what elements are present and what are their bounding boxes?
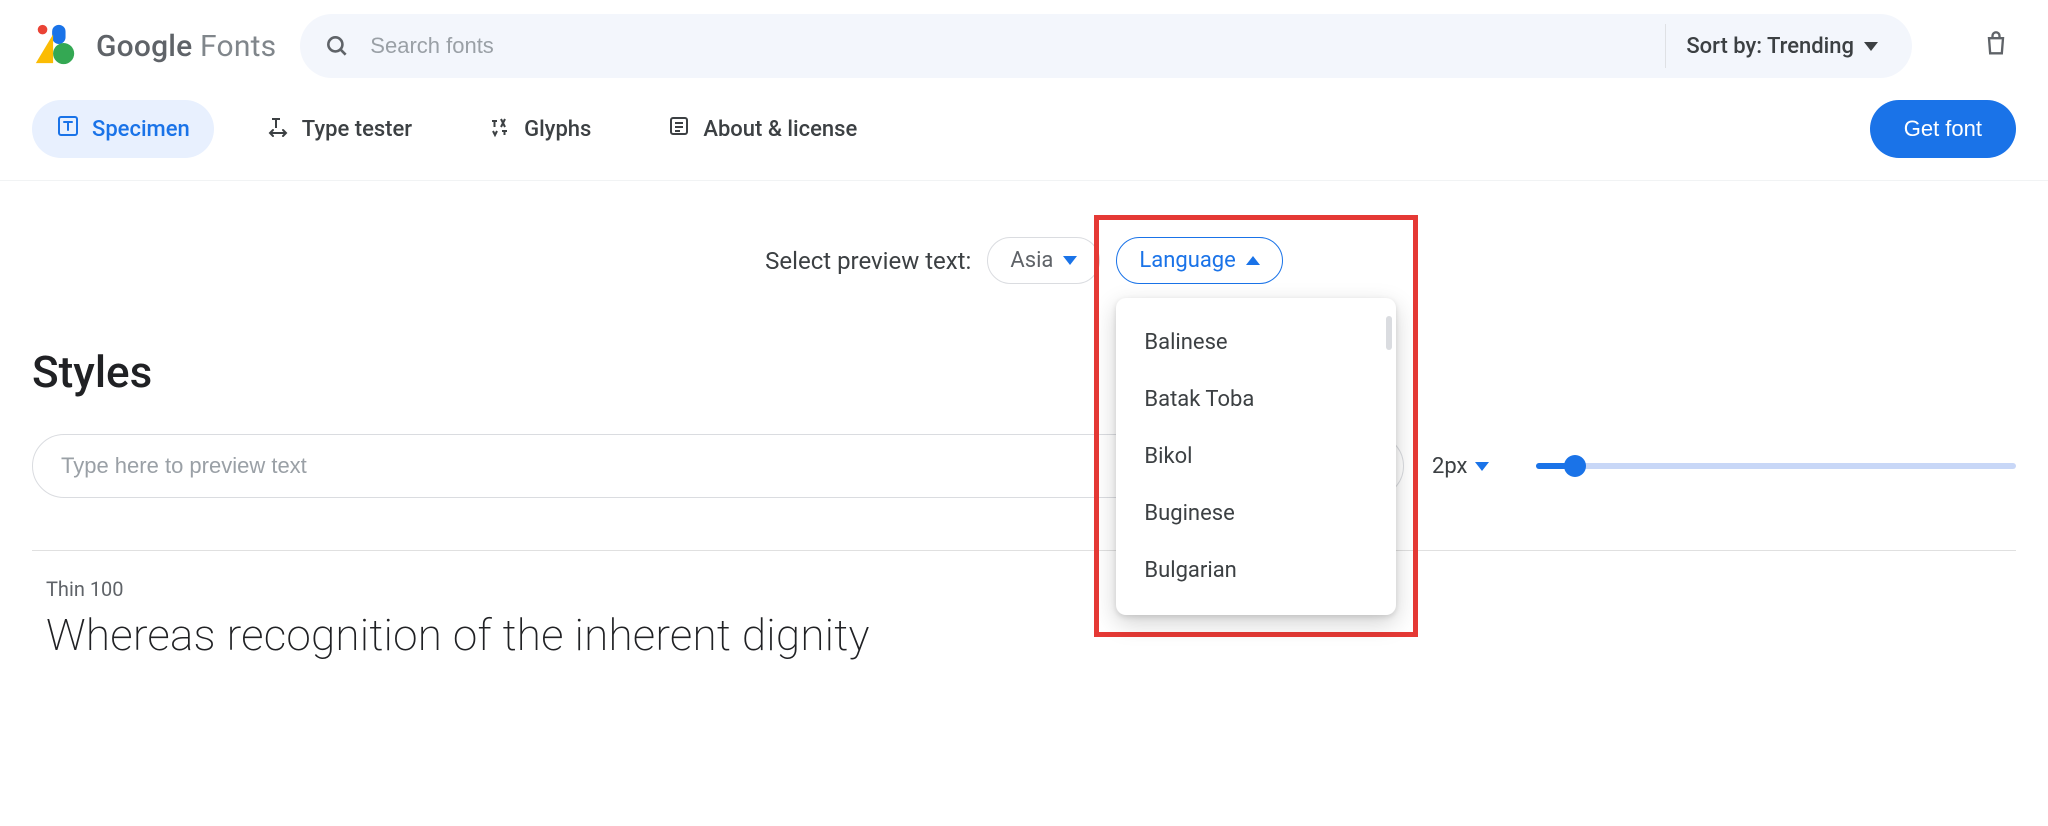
scrollbar[interactable] (1386, 316, 1392, 350)
slider-track (1536, 463, 2016, 469)
tab-label: Specimen (92, 117, 190, 142)
tab-label: Type tester (302, 117, 412, 142)
tab-glyphs[interactable]: Glyphs (464, 100, 615, 158)
search-field[interactable]: Sort by: Trending (300, 14, 1912, 78)
chevron-down-icon (1063, 256, 1077, 265)
slider-thumb[interactable] (1564, 455, 1586, 477)
language-chip[interactable]: Language (1116, 237, 1282, 284)
preview-controls: 2px (32, 434, 2016, 498)
search-icon (324, 33, 350, 59)
chevron-up-icon (1246, 256, 1260, 265)
size-select[interactable]: 2px (1432, 454, 1508, 479)
divider (1665, 24, 1666, 68)
about-license-icon (667, 114, 691, 144)
get-font-button[interactable]: Get font (1870, 100, 2016, 158)
sort-label: Sort by: Trending (1686, 34, 1854, 59)
language-option[interactable]: Bulgarian (1116, 542, 1396, 599)
size-value: 2px (1432, 454, 1467, 479)
shopping-bag-icon (1982, 30, 2010, 62)
search-input[interactable] (368, 32, 1645, 60)
chevron-down-icon (1864, 42, 1878, 51)
language-option[interactable]: Buginese (1116, 485, 1396, 542)
tab-label: Glyphs (524, 117, 591, 142)
divider (32, 550, 2016, 551)
specimen-text: Whereas recognition of the inherent dign… (46, 609, 2016, 661)
language-option[interactable]: Balinese (1116, 314, 1396, 371)
glyphs-icon (488, 114, 512, 144)
top-bar: Google Fonts Sort by: Trending (0, 0, 2048, 88)
shopping-bag-button[interactable] (1976, 26, 2016, 66)
select-preview-label: Select preview text: (765, 247, 971, 275)
preview-text-row: Select preview text: Asia Language (32, 237, 2016, 284)
google-fonts-logo-icon (32, 21, 78, 71)
language-dropdown[interactable]: Balinese Batak Toba Bikol Buginese Bulga… (1116, 298, 1396, 615)
sort-dropdown[interactable]: Sort by: Trending (1686, 34, 1888, 59)
region-chip-label: Asia (1010, 248, 1053, 273)
chevron-down-icon (1475, 462, 1489, 471)
tab-specimen[interactable]: Specimen (32, 100, 214, 158)
tabs: Specimen Type tester Glyphs (32, 100, 881, 158)
language-chip-label: Language (1139, 248, 1235, 273)
tab-about-license[interactable]: About & license (643, 100, 881, 158)
specimen-icon (56, 114, 80, 144)
language-option[interactable]: Batak Toba (1116, 371, 1396, 428)
brand[interactable]: Google Fonts (32, 21, 276, 71)
language-option[interactable]: Bikol (1116, 428, 1396, 485)
main: Select preview text: Asia Language Style… (0, 237, 2048, 661)
tab-label: About & license (703, 117, 857, 142)
brand-name: Google Fonts (96, 29, 276, 64)
style-weight-label: Thin 100 (46, 577, 2016, 601)
tab-type-tester[interactable]: Type tester (242, 100, 436, 158)
styles-heading: Styles (32, 346, 2016, 398)
sub-bar: Specimen Type tester Glyphs (0, 88, 2048, 181)
region-chip[interactable]: Asia (987, 237, 1100, 284)
type-tester-icon (266, 114, 290, 144)
size-slider[interactable] (1536, 454, 2016, 478)
